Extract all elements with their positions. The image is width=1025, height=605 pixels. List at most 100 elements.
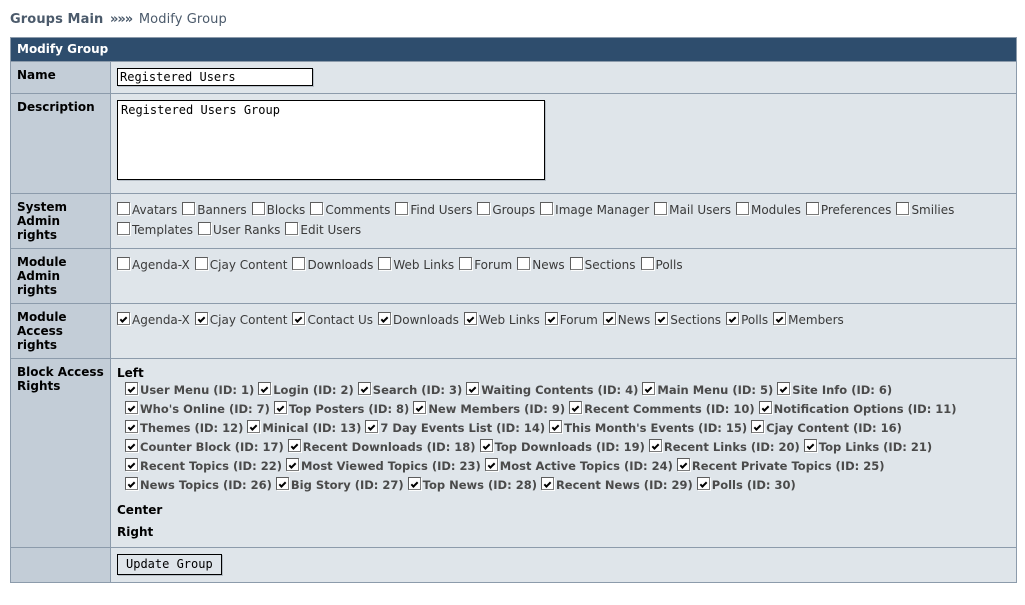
checkbox-checked-icon[interactable]	[648, 439, 662, 452]
checkbox-item[interactable]: Image Manager	[540, 202, 649, 217]
checkbox-checked-icon[interactable]	[357, 382, 371, 395]
checkbox-item[interactable]: Login (ID: 2)	[258, 382, 354, 397]
checkbox-checked-icon[interactable]	[642, 382, 656, 395]
checkbox-unchecked-icon[interactable]	[117, 222, 130, 235]
checkbox-item[interactable]: Forum	[544, 312, 598, 327]
checkbox-unchecked-icon[interactable]	[198, 222, 212, 235]
checkbox-unchecked-icon[interactable]	[194, 257, 208, 270]
name-input[interactable]	[117, 68, 313, 86]
checkbox-checked-icon[interactable]	[479, 439, 493, 452]
checkbox-item[interactable]: Groups	[477, 202, 535, 217]
checkbox-unchecked-icon[interactable]	[654, 202, 668, 215]
checkbox-item[interactable]: Blocks	[251, 202, 305, 217]
checkbox-item[interactable]: User Ranks	[198, 222, 280, 237]
checkbox-item[interactable]: Agenda-X	[117, 312, 190, 327]
checkbox-unchecked-icon[interactable]	[292, 257, 306, 270]
checkbox-checked-icon[interactable]	[273, 401, 287, 414]
checkbox-checked-icon[interactable]	[125, 401, 138, 414]
description-textarea[interactable]	[117, 100, 545, 180]
checkbox-item[interactable]: Recent Topics (ID: 22)	[125, 458, 282, 473]
checkbox-item[interactable]: Sections	[655, 312, 721, 327]
checkbox-item[interactable]: Polls (ID: 30)	[696, 477, 796, 492]
checkbox-item[interactable]: Recent Links (ID: 20)	[648, 439, 800, 454]
checkbox-checked-icon[interactable]	[194, 312, 208, 325]
checkbox-checked-icon[interactable]	[569, 401, 583, 414]
checkbox-checked-icon[interactable]	[407, 477, 421, 490]
checkbox-checked-icon[interactable]	[287, 439, 301, 452]
checkbox-checked-icon[interactable]	[258, 382, 272, 395]
checkbox-checked-icon[interactable]	[125, 477, 138, 490]
checkbox-item[interactable]: Big Story (ID: 27)	[275, 477, 404, 492]
checkbox-item[interactable]: Sections	[569, 257, 636, 272]
checkbox-checked-icon[interactable]	[726, 312, 740, 325]
checkbox-item[interactable]: Forum	[459, 257, 512, 272]
checkbox-unchecked-icon[interactable]	[182, 202, 196, 215]
checkbox-item[interactable]: Waiting Contents (ID: 4)	[466, 382, 638, 397]
checkbox-checked-icon[interactable]	[777, 382, 791, 395]
checkbox-item[interactable]: Contact Us	[292, 312, 373, 327]
checkbox-item[interactable]: Cjay Content (ID: 16)	[751, 420, 902, 435]
checkbox-item[interactable]: News	[517, 257, 565, 272]
checkbox-item[interactable]: Who's Online (ID: 7)	[125, 401, 270, 416]
checkbox-item[interactable]: Recent Downloads (ID: 18)	[287, 439, 476, 454]
checkbox-item[interactable]: Web Links	[378, 257, 454, 272]
checkbox-item[interactable]: Edit Users	[285, 222, 361, 237]
checkbox-item[interactable]: Cjay Content	[194, 312, 287, 327]
checkbox-checked-icon[interactable]	[751, 420, 765, 433]
checkbox-item[interactable]: Cjay Content	[194, 257, 287, 272]
checkbox-checked-icon[interactable]	[125, 458, 138, 471]
checkbox-item[interactable]: Polls	[726, 312, 768, 327]
checkbox-item[interactable]: Top Downloads (ID: 19)	[479, 439, 645, 454]
checkbox-unchecked-icon[interactable]	[117, 202, 130, 215]
checkbox-item[interactable]: Find Users	[395, 202, 472, 217]
checkbox-unchecked-icon[interactable]	[285, 222, 299, 235]
checkbox-item[interactable]: News	[602, 312, 650, 327]
checkbox-checked-icon[interactable]	[275, 477, 289, 490]
checkbox-item[interactable]: Top Posters (ID: 8)	[273, 401, 409, 416]
checkbox-item[interactable]: Web Links	[463, 312, 540, 327]
checkbox-item[interactable]: Themes (ID: 12)	[125, 420, 243, 435]
checkbox-item[interactable]: Polls	[640, 257, 683, 272]
checkbox-checked-icon[interactable]	[549, 420, 563, 433]
checkbox-checked-icon[interactable]	[292, 312, 306, 325]
checkbox-item[interactable]: News Topics (ID: 26)	[125, 477, 272, 492]
checkbox-item[interactable]: Downloads	[292, 257, 373, 272]
checkbox-item[interactable]: This Month's Events (ID: 15)	[549, 420, 747, 435]
checkbox-item[interactable]: Notification Options (ID: 11)	[758, 401, 957, 416]
checkbox-item[interactable]: Recent Private Topics (ID: 25)	[676, 458, 884, 473]
checkbox-checked-icon[interactable]	[117, 312, 130, 325]
checkbox-checked-icon[interactable]	[696, 477, 710, 490]
checkbox-item[interactable]: Banners	[182, 202, 247, 217]
checkbox-unchecked-icon[interactable]	[735, 202, 749, 215]
checkbox-checked-icon[interactable]	[378, 312, 392, 325]
checkbox-item[interactable]: Mail Users	[654, 202, 731, 217]
checkbox-item[interactable]: Avatars	[117, 202, 177, 217]
checkbox-checked-icon[interactable]	[413, 401, 427, 414]
checkbox-item[interactable]: Members	[773, 312, 844, 327]
checkbox-checked-icon[interactable]	[125, 439, 138, 452]
checkbox-unchecked-icon[interactable]	[477, 202, 491, 215]
checkbox-checked-icon[interactable]	[602, 312, 616, 325]
checkbox-checked-icon[interactable]	[773, 312, 787, 325]
checkbox-item[interactable]: Preferences	[805, 202, 891, 217]
checkbox-item[interactable]: Recent Comments (ID: 10)	[569, 401, 755, 416]
checkbox-checked-icon[interactable]	[758, 401, 772, 414]
checkbox-checked-icon[interactable]	[544, 312, 558, 325]
checkbox-item[interactable]: Templates	[117, 222, 193, 237]
checkbox-checked-icon[interactable]	[247, 420, 261, 433]
breadcrumb-root[interactable]: Groups Main	[10, 12, 103, 27]
checkbox-checked-icon[interactable]	[463, 312, 477, 325]
checkbox-item[interactable]: Comments	[310, 202, 390, 217]
checkbox-checked-icon[interactable]	[125, 420, 138, 433]
checkbox-item[interactable]: Most Active Topics (ID: 24)	[484, 458, 673, 473]
checkbox-checked-icon[interactable]	[466, 382, 480, 395]
checkbox-unchecked-icon[interactable]	[517, 257, 531, 270]
checkbox-unchecked-icon[interactable]	[310, 202, 324, 215]
checkbox-unchecked-icon[interactable]	[896, 202, 910, 215]
checkbox-checked-icon[interactable]	[676, 458, 690, 471]
checkbox-item[interactable]: Minical (ID: 13)	[247, 420, 361, 435]
checkbox-item[interactable]: Top News (ID: 28)	[407, 477, 537, 492]
checkbox-unchecked-icon[interactable]	[540, 202, 554, 215]
checkbox-item[interactable]: Downloads	[378, 312, 459, 327]
checkbox-checked-icon[interactable]	[125, 382, 138, 395]
